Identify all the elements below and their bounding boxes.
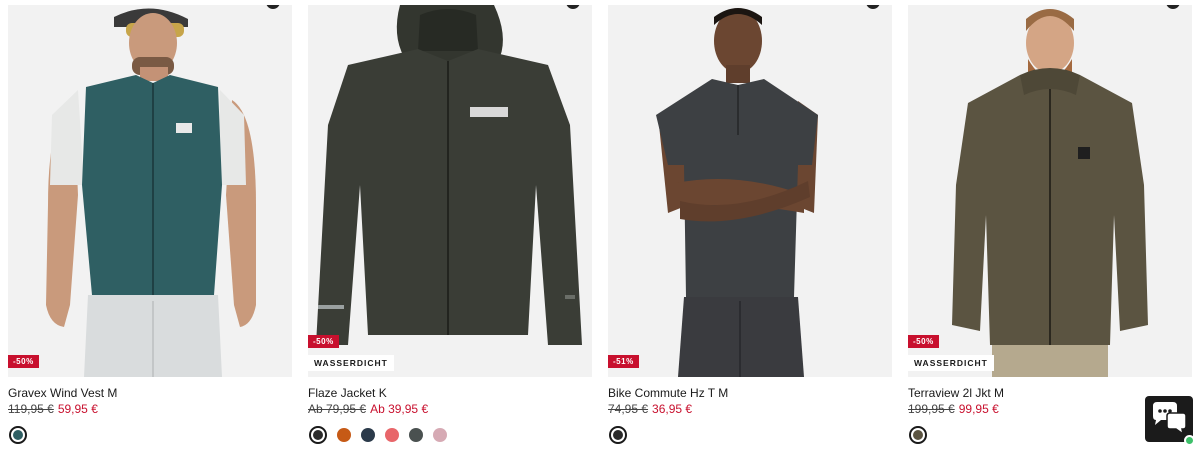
color-swatches [9,426,27,444]
rain-jacket-photo [308,5,592,377]
color-swatches [309,426,447,444]
discount-badge: -50% [8,355,39,368]
product-price: 74,95 €36,95 € [608,402,692,416]
product-title[interactable]: Terraview 2l Jkt M [908,386,1004,400]
color-swatch[interactable] [433,428,447,442]
online-status-indicator [1184,435,1195,446]
color-swatch[interactable] [9,426,27,444]
color-swatch[interactable] [909,426,927,444]
color-swatch[interactable] [337,428,351,442]
product-price: 199,95 €99,95 € [908,402,999,416]
product-image-bike-commute[interactable] [608,5,892,377]
product-image-terraview[interactable] [908,5,1192,377]
product-card-gravex[interactable]: -50% Gravex Wind Vest M 119,95 €59,95 € [8,0,292,457]
sale-price: 59,95 € [57,402,98,416]
product-card-terraview[interactable]: -50% WASSERDICHT Terraview 2l Jkt M 199,… [908,0,1192,457]
discount-badge: -50% [908,335,939,348]
product-title[interactable]: Gravex Wind Vest M [8,386,117,400]
color-swatches [909,426,927,444]
sale-price: 36,95 € [652,402,693,416]
sale-price: Ab 39,95 € [370,402,429,416]
color-swatch[interactable] [409,428,423,442]
product-price: Ab 79,95 € Ab 39,95 € [308,402,428,416]
color-swatch[interactable] [361,428,375,442]
color-swatches [609,426,627,444]
color-swatch[interactable] [309,426,327,444]
product-card-flaze[interactable]: -50% WASSERDICHT Flaze Jacket K Ab 79,95… [308,0,592,457]
product-title[interactable]: Bike Commute Hz T M [608,386,728,400]
chat-widget-button[interactable] [1145,396,1195,446]
original-price: Ab 79,95 € [308,402,367,416]
terraview-jacket-photo [908,5,1192,377]
original-price: 119,95 € [8,402,54,416]
sale-price: 99,95 € [958,402,999,416]
wind-vest-photo [8,5,292,377]
product-title[interactable]: Flaze Jacket K [308,386,387,400]
product-image-gravex[interactable] [8,5,292,377]
color-swatch[interactable] [609,426,627,444]
original-price: 74,95 € [608,402,649,416]
feature-badge-waterproof: WASSERDICHT [308,355,394,371]
product-card-bike-commute[interactable]: -51% Bike Commute Hz T M 74,95 €36,95 € [608,0,892,457]
discount-badge: -50% [308,335,339,348]
feature-badge-waterproof: WASSERDICHT [908,355,994,371]
original-price: 199,95 € [908,402,955,416]
discount-badge: -51% [608,355,639,368]
color-swatch[interactable] [385,428,399,442]
bike-shirt-photo [608,5,892,377]
product-image-flaze[interactable] [308,5,592,377]
product-grid: -50% Gravex Wind Vest M 119,95 €59,95 € [0,0,1200,457]
product-price: 119,95 €59,95 € [8,402,98,416]
